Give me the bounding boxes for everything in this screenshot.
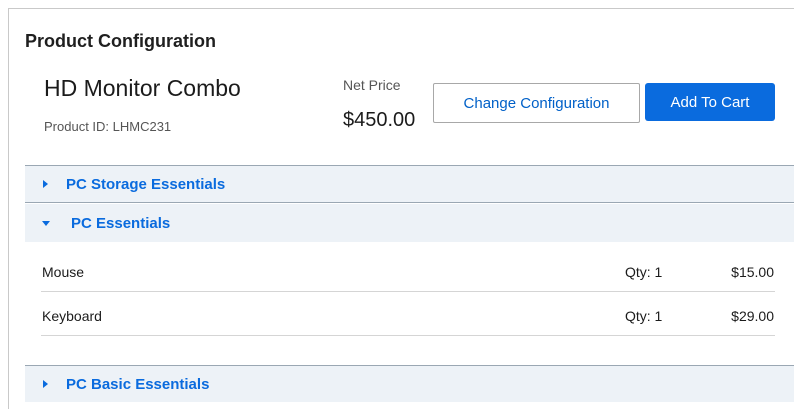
product-id: Product ID: LHMC231 [44, 119, 172, 134]
net-price-label: Net Price [343, 77, 401, 93]
section-label: PC Basic Essentials [66, 375, 210, 393]
caret-right-icon [43, 380, 48, 388]
change-configuration-button[interactable]: Change Configuration [433, 83, 640, 123]
item-name: Keyboard [42, 308, 102, 324]
section-header-pc-essentials[interactable]: PC Essentials [25, 204, 794, 242]
section-header-pc-basic-essentials[interactable]: PC Basic Essentials [25, 365, 794, 402]
item-qty: Qty: 1 [625, 264, 663, 280]
product-name: HD Monitor Combo [44, 75, 241, 101]
item-name: Mouse [42, 264, 85, 280]
card-title: Product Configuration [25, 31, 216, 51]
list-item: Mouse Qty: 1 $15.00 [41, 252, 775, 292]
section-header-pc-storage-essentials[interactable]: PC Storage Essentials [25, 165, 794, 203]
caret-right-icon [43, 180, 48, 188]
item-qty: Qty: 1 [625, 308, 663, 324]
item-price: $29.00 [731, 308, 774, 324]
net-price-value: $450.00 [343, 109, 416, 131]
list-item: Keyboard Qty: 1 $29.00 [41, 296, 775, 336]
section-label: PC Storage Essentials [66, 175, 226, 193]
item-price: $15.00 [731, 264, 774, 280]
caret-down-icon [42, 220, 50, 226]
product-configuration-card: Product Configuration HD Monitor Combo P… [8, 8, 794, 409]
section-label: PC Essentials [71, 214, 171, 232]
add-to-cart-button[interactable]: Add To Cart [645, 83, 775, 121]
